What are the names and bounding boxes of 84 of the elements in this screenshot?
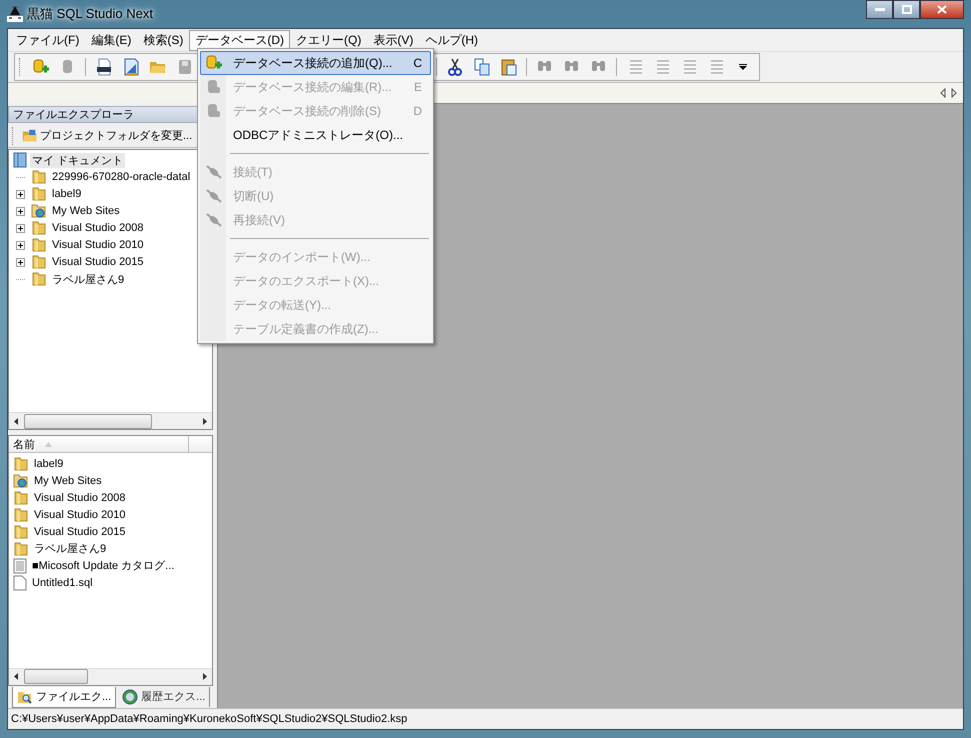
folder-icon	[13, 456, 29, 472]
scroll-thumb[interactable]	[24, 414, 152, 429]
document-icon	[13, 558, 27, 574]
folder-icon	[22, 128, 38, 144]
globe-folder-icon	[31, 203, 47, 220]
expand-icon[interactable]	[16, 240, 25, 250]
copy-icon	[474, 58, 490, 76]
menu-item[interactable]: ODBCアドミニストレータ(O)...	[200, 123, 431, 147]
sort-up-icon	[45, 442, 52, 447]
cat-sql-logo-icon	[7, 5, 23, 23]
tree-item[interactable]: ラベル屋さん9	[50, 272, 126, 287]
folder-icon	[31, 271, 47, 288]
database-icon	[206, 78, 222, 96]
sql-document-icon	[96, 58, 112, 76]
tree-item[interactable]: 229996-670280-oracle-datal	[50, 171, 192, 184]
menu-item[interactable]: クエリー(Q)	[290, 30, 368, 50]
folder-icon	[13, 490, 29, 506]
tree-item[interactable]: Visual Studio 2010	[50, 239, 146, 252]
horizontal-scrollbar[interactable]	[9, 412, 212, 430]
expand-icon[interactable]	[16, 258, 25, 267]
scroll-left-icon[interactable]	[14, 418, 18, 425]
file-name[interactable]: Untitled1.sql	[32, 576, 93, 589]
file-name[interactable]: Visual Studio 2010	[34, 508, 126, 521]
caret-icon	[738, 64, 746, 70]
minimize-icon	[874, 8, 884, 12]
maximize-button[interactable]	[893, 0, 920, 19]
clipboard-icon	[500, 58, 516, 76]
tree-item[interactable]: Visual Studio 2015	[50, 256, 146, 268]
tree-item[interactable]: My Web Sites	[50, 205, 122, 218]
panel-tab[interactable]: ファイルエク...	[12, 686, 116, 708]
scissors-icon	[448, 58, 462, 76]
panel-title: ファイルエクスプローラ	[13, 108, 134, 122]
scroll-right-icon[interactable]	[203, 673, 207, 680]
folder-icon	[31, 186, 47, 202]
folder-icon	[31, 169, 47, 186]
horizontal-scrollbar[interactable]	[9, 668, 212, 685]
maximize-icon	[902, 5, 912, 14]
scroll-right-icon[interactable]	[951, 88, 957, 98]
expand-icon[interactable]	[16, 190, 25, 199]
menu-item[interactable]: 表示(V)	[367, 30, 420, 50]
image-document-icon	[122, 58, 138, 76]
folder-icon	[31, 220, 47, 236]
scroll-left-icon[interactable]	[14, 673, 18, 680]
menu-item[interactable]: ヘルプ(H)	[419, 30, 484, 50]
database-icon	[60, 59, 74, 75]
window-title: 黒猫 SQL Studio Next	[27, 5, 153, 23]
folder-search-icon	[17, 690, 33, 704]
tree-item[interactable]: label9	[50, 188, 84, 200]
file-name[interactable]: My Web Sites	[34, 474, 102, 487]
folder-icon	[13, 506, 29, 523]
panel-tab[interactable]: 履歴エクス...	[118, 686, 210, 707]
toolbar-grip[interactable]	[19, 58, 23, 76]
minimize-button[interactable]	[866, 0, 893, 19]
folder-icon	[31, 254, 47, 270]
scroll-right-icon[interactable]	[203, 418, 207, 425]
documents-icon	[13, 152, 27, 168]
scroll-left-icon[interactable]	[940, 88, 946, 98]
folder-icon	[13, 540, 29, 557]
menu-item[interactable]: データベース(D)	[189, 30, 290, 50]
folder-icon	[148, 59, 166, 75]
menu-item[interactable]: 編集(E)	[85, 30, 138, 50]
file-name[interactable]: ■Micosoft Update カタログ...	[32, 558, 174, 574]
database-icon	[206, 102, 222, 120]
status-text: C:¥Users¥user¥AppData¥Roaming¥KuronekoSoft¥SQLStudio2¥SQLStudio2.ksp	[11, 713, 408, 725]
file-name[interactable]: Visual Studio 2015	[34, 526, 126, 538]
file-name[interactable]: Visual Studio 2008	[34, 492, 126, 504]
folder-icon	[13, 524, 29, 540]
close-button[interactable]	[920, 0, 964, 19]
save-icon	[178, 59, 192, 75]
globe-folder-icon	[13, 472, 29, 489]
close-icon	[937, 5, 947, 14]
expand-icon[interactable]	[16, 206, 25, 216]
menu-item[interactable]: 検索(S)	[137, 30, 190, 50]
menu-item[interactable]: ファイル(F)	[10, 30, 86, 50]
change-folder-button[interactable]: プロジェクトフォルダを変更...	[20, 126, 194, 145]
file-name[interactable]: ラベル屋さん9	[34, 541, 106, 556]
menu-item[interactable]: データベース接続の追加(Q)... C	[200, 51, 431, 75]
tree-item[interactable]: Visual Studio 2008	[50, 222, 146, 234]
folder-icon	[31, 237, 47, 254]
file-name[interactable]: label9	[34, 458, 64, 470]
scroll-thumb[interactable]	[24, 669, 88, 684]
tree-item[interactable]: マイ ドキュメント	[30, 152, 126, 168]
expand-icon[interactable]	[16, 224, 25, 233]
file-icon	[13, 574, 27, 591]
